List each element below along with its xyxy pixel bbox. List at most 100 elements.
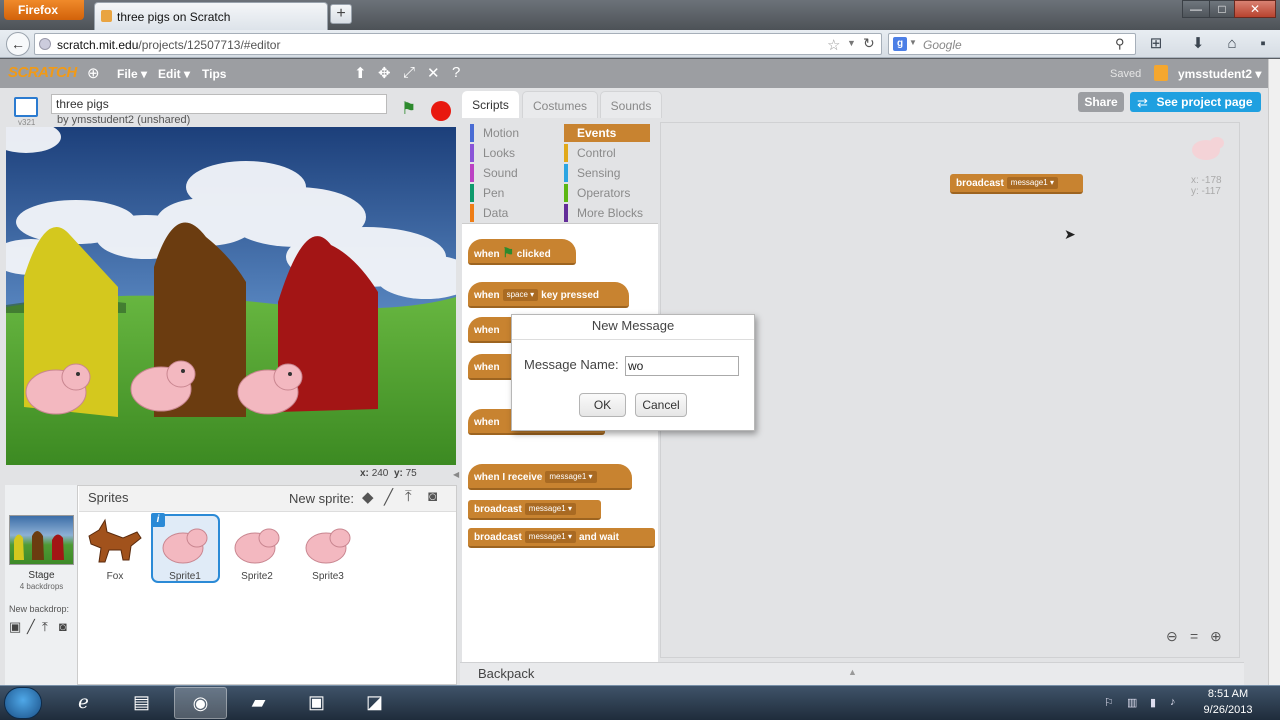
grow-tool-icon[interactable]: ⤢ bbox=[403, 64, 415, 81]
site-identity-icon[interactable] bbox=[39, 38, 51, 50]
message-dropdown[interactable]: message1 ▾ bbox=[1006, 177, 1058, 189]
language-globe-icon[interactable]: ⊕ bbox=[87, 64, 100, 82]
tray-flag-icon[interactable]: ⚐ bbox=[1104, 696, 1114, 709]
stage-canvas[interactable] bbox=[6, 127, 456, 465]
shrink-tool-icon[interactable]: ✕ bbox=[427, 64, 440, 82]
key-dropdown[interactable]: space ▾ bbox=[502, 289, 539, 301]
reload-icon[interactable]: ↻ bbox=[863, 35, 875, 52]
message-dropdown[interactable]: message1 ▾ bbox=[524, 531, 576, 543]
sprite-sprite3[interactable]: Sprite3 bbox=[296, 516, 360, 582]
category-more-blocks[interactable]: More Blocks bbox=[564, 204, 650, 222]
script-broadcast-block[interactable]: broadcast message1 ▾ bbox=[950, 174, 1083, 194]
when-i-receive-block[interactable]: when I receive message1 ▾ bbox=[468, 464, 632, 490]
console-taskbar-icon[interactable]: ▣ bbox=[290, 687, 343, 719]
maximize-button[interactable]: □ bbox=[1209, 0, 1235, 18]
sticky-notes-icon[interactable]: ▰ bbox=[232, 687, 285, 719]
cancel-button[interactable]: Cancel bbox=[635, 393, 687, 417]
message-dropdown[interactable]: message1 ▾ bbox=[524, 503, 576, 515]
project-title-input[interactable]: three pigs bbox=[51, 94, 387, 114]
back-arrow-icon[interactable]: ← bbox=[6, 32, 30, 56]
camera-backdrop-icon[interactable]: ◙ bbox=[59, 619, 67, 634]
paint-sprite-icon[interactable]: ╱ bbox=[384, 488, 393, 506]
collapse-arrow-icon[interactable]: ◀ bbox=[453, 470, 461, 482]
bookmarks-menu-icon[interactable]: ⊞ bbox=[1145, 33, 1167, 55]
tab-sounds[interactable]: Sounds bbox=[600, 91, 662, 118]
downloads-icon[interactable]: ⬇ bbox=[1187, 33, 1209, 55]
sprite-library-icon[interactable]: ◆ bbox=[362, 488, 374, 506]
broadcast-block[interactable]: broadcast message1 ▾ bbox=[468, 500, 601, 520]
close-window-button[interactable]: ✕ bbox=[1234, 0, 1276, 18]
message-name-input[interactable] bbox=[625, 356, 739, 376]
tray-volume-icon[interactable]: ♪ bbox=[1170, 696, 1176, 708]
duplicate-tool-icon[interactable]: ⬆ bbox=[354, 64, 367, 82]
scratch-logo[interactable]: SCRATCH bbox=[8, 64, 77, 81]
category-events[interactable]: Events bbox=[564, 124, 650, 142]
browser-tab[interactable]: three pigs on Scratch bbox=[94, 2, 328, 30]
firefox-taskbar-icon[interactable]: ◉ bbox=[174, 687, 227, 719]
help-tool-icon[interactable]: ? bbox=[452, 64, 460, 81]
category-sound[interactable]: Sound bbox=[470, 164, 556, 182]
delete-tool-icon[interactable]: ✥ bbox=[378, 64, 391, 82]
sprite-sprite1[interactable]: Sprite1 bbox=[153, 516, 217, 582]
search-magnifier-icon[interactable]: ⚲ bbox=[1115, 36, 1125, 52]
bookmark-star-icon[interactable]: ☆ bbox=[827, 36, 840, 54]
clock-time[interactable]: 8:51 AM bbox=[1190, 688, 1266, 700]
user-folder-icon[interactable] bbox=[1154, 65, 1168, 81]
zoom-in-icon[interactable]: ⊕ bbox=[1210, 628, 1222, 645]
search-engine-dropdown-icon[interactable]: ▼ bbox=[909, 38, 917, 47]
navigation-bar: ← scratch.mit.edu/projects/12507713/#edi… bbox=[0, 30, 1280, 58]
zoom-out-icon[interactable]: ⊖ bbox=[1166, 628, 1178, 645]
sprite-fox[interactable]: Fox bbox=[83, 516, 147, 582]
history-dropdown-icon[interactable]: ▼ bbox=[847, 38, 856, 48]
file-explorer-icon[interactable]: ▤ bbox=[115, 687, 168, 719]
category-pen[interactable]: Pen bbox=[470, 184, 556, 202]
category-data[interactable]: Data bbox=[470, 204, 556, 222]
file-menu[interactable]: File ▾ bbox=[117, 67, 147, 81]
tray-signal-icon[interactable]: ▮ bbox=[1150, 696, 1156, 709]
search-bar[interactable]: g ▼ Google ⚲ bbox=[888, 33, 1136, 55]
ok-button[interactable]: OK bbox=[579, 393, 626, 417]
account-menu[interactable]: ymsstudent2 ▾ bbox=[1178, 67, 1261, 81]
internet-explorer-icon[interactable]: ℯ bbox=[57, 687, 110, 719]
category-motion[interactable]: Motion bbox=[470, 124, 556, 142]
addon-icon[interactable]: ▪ bbox=[1252, 33, 1274, 55]
broadcast-and-wait-block[interactable]: broadcast message1 ▾ and wait bbox=[468, 528, 655, 548]
tips-menu[interactable]: Tips bbox=[202, 67, 226, 81]
category-looks[interactable]: Looks bbox=[470, 144, 556, 162]
upload-sprite-icon[interactable]: ⤒ bbox=[405, 488, 412, 505]
new-tab-button[interactable]: + bbox=[330, 4, 352, 24]
stop-sign-icon[interactable] bbox=[431, 101, 451, 121]
firefox-menu-button[interactable]: Firefox bbox=[4, 0, 84, 20]
backdrop-library-icon[interactable]: ▣ bbox=[9, 619, 21, 635]
minimize-button[interactable]: — bbox=[1182, 0, 1210, 18]
clock-date[interactable]: 9/26/2013 bbox=[1190, 704, 1266, 716]
url-bar[interactable]: scratch.mit.edu/projects/12507713/#edito… bbox=[34, 33, 882, 55]
category-sensing[interactable]: Sensing bbox=[564, 164, 650, 182]
google-icon[interactable]: g bbox=[893, 37, 907, 51]
upload-backdrop-icon[interactable]: ⤒ bbox=[42, 619, 48, 635]
recorder-taskbar-icon[interactable]: ◪ bbox=[348, 687, 401, 719]
page-scrollbar[interactable] bbox=[1268, 59, 1280, 685]
fullscreen-icon[interactable] bbox=[14, 97, 38, 117]
category-operators[interactable]: Operators bbox=[564, 184, 650, 202]
x-value: 240 bbox=[371, 468, 389, 479]
paint-backdrop-icon[interactable]: ╱ bbox=[27, 619, 35, 635]
backpack-expand-icon[interactable]: ▲ bbox=[848, 667, 857, 677]
tray-network-icon[interactable]: ▥ bbox=[1127, 696, 1137, 709]
share-button[interactable]: Share bbox=[1078, 92, 1124, 112]
stage-thumbnail[interactable] bbox=[9, 515, 74, 565]
scratch-favicon-icon bbox=[101, 10, 112, 22]
sprite-sprite2[interactable]: Sprite2 bbox=[225, 516, 289, 582]
start-button[interactable] bbox=[4, 687, 42, 719]
tab-scripts[interactable]: Scripts bbox=[462, 91, 519, 118]
edit-menu[interactable]: Edit ▾ bbox=[158, 67, 190, 81]
when-flag-clicked-block[interactable]: when ⚑ clicked bbox=[468, 239, 576, 265]
category-control[interactable]: Control bbox=[564, 144, 650, 162]
home-icon[interactable]: ⌂ bbox=[1221, 33, 1243, 55]
camera-sprite-icon[interactable]: ◙ bbox=[428, 488, 437, 505]
tab-costumes[interactable]: Costumes bbox=[522, 91, 598, 118]
green-flag-icon[interactable]: ⚑ bbox=[401, 99, 416, 119]
when-key-pressed-block[interactable]: when space ▾ key pressed bbox=[468, 282, 629, 308]
message-dropdown[interactable]: message1 ▾ bbox=[545, 471, 597, 483]
zoom-reset-icon[interactable]: = bbox=[1190, 628, 1198, 644]
